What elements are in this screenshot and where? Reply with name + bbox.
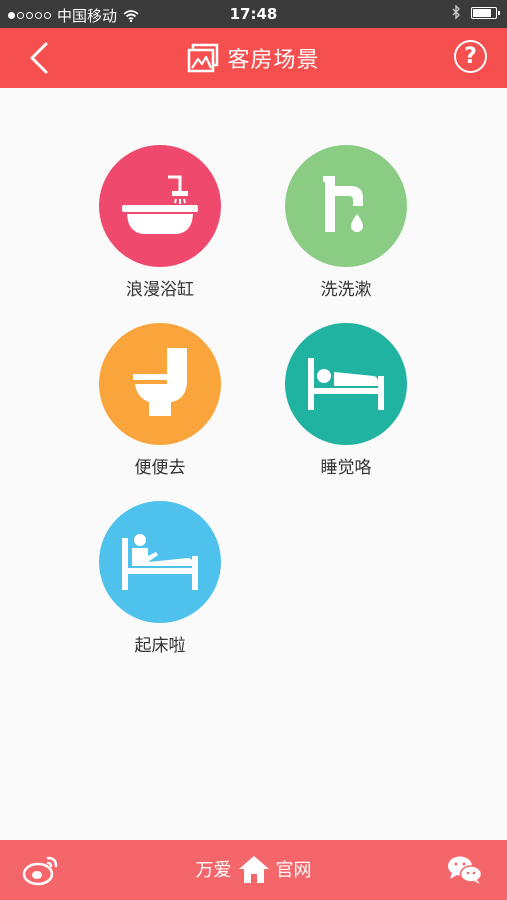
- scene-wake[interactable]: 起床啦: [80, 501, 240, 656]
- wechat-share-button[interactable]: [447, 855, 483, 889]
- home-icon: [238, 856, 269, 883]
- nav-bar: 客房场景 ?: [0, 28, 507, 88]
- page-title: 客房场景: [227, 48, 320, 73]
- brand-text: 万爱: [195, 860, 232, 881]
- bed-sleep-icon: [308, 358, 384, 410]
- scene-label: 起床啦: [134, 636, 186, 656]
- status-bar: 中国移动 17:48: [0, 0, 507, 28]
- bluetooth-icon: [452, 5, 460, 20]
- bottom-bar: 万爱 官网: [0, 840, 507, 900]
- scene-grid: 浪漫浴缸 洗洗漱 便便去 睡觉咯 起床啦: [0, 88, 507, 840]
- bathtub-icon: [122, 175, 198, 234]
- scene-icon-circle: [285, 145, 407, 267]
- scene-label: 便便去: [134, 458, 186, 478]
- battery-icon: [471, 6, 500, 19]
- scene-icon-circle: [99, 323, 221, 445]
- gallery-icon: [188, 43, 219, 73]
- help-icon: ?: [464, 44, 477, 69]
- official-site-text: 官网: [275, 860, 312, 881]
- scene-label: 洗洗漱: [320, 280, 372, 300]
- help-button[interactable]: ?: [454, 40, 487, 73]
- status-time: 17:48: [229, 5, 278, 23]
- scene-wash[interactable]: 洗洗漱: [266, 145, 426, 300]
- bed-wake-icon: [122, 534, 198, 590]
- scene-icon-circle: [99, 145, 221, 267]
- scene-label: 浪漫浴缸: [126, 280, 194, 300]
- nav-title-group: 客房场景: [0, 42, 507, 74]
- official-site-link[interactable]: 万爱 官网: [0, 854, 507, 884]
- scene-bathtub[interactable]: 浪漫浴缸: [80, 145, 240, 300]
- scene-sleep[interactable]: 睡觉咯: [266, 323, 426, 478]
- toilet-icon: [133, 348, 187, 416]
- scene-label: 睡觉咯: [320, 458, 372, 478]
- scene-toilet[interactable]: 便便去: [80, 323, 240, 478]
- scene-icon-circle: [99, 501, 221, 623]
- faucet-icon: [323, 176, 363, 232]
- status-right: [452, 5, 500, 20]
- wechat-icon: [448, 856, 483, 884]
- scene-icon-circle: [285, 323, 407, 445]
